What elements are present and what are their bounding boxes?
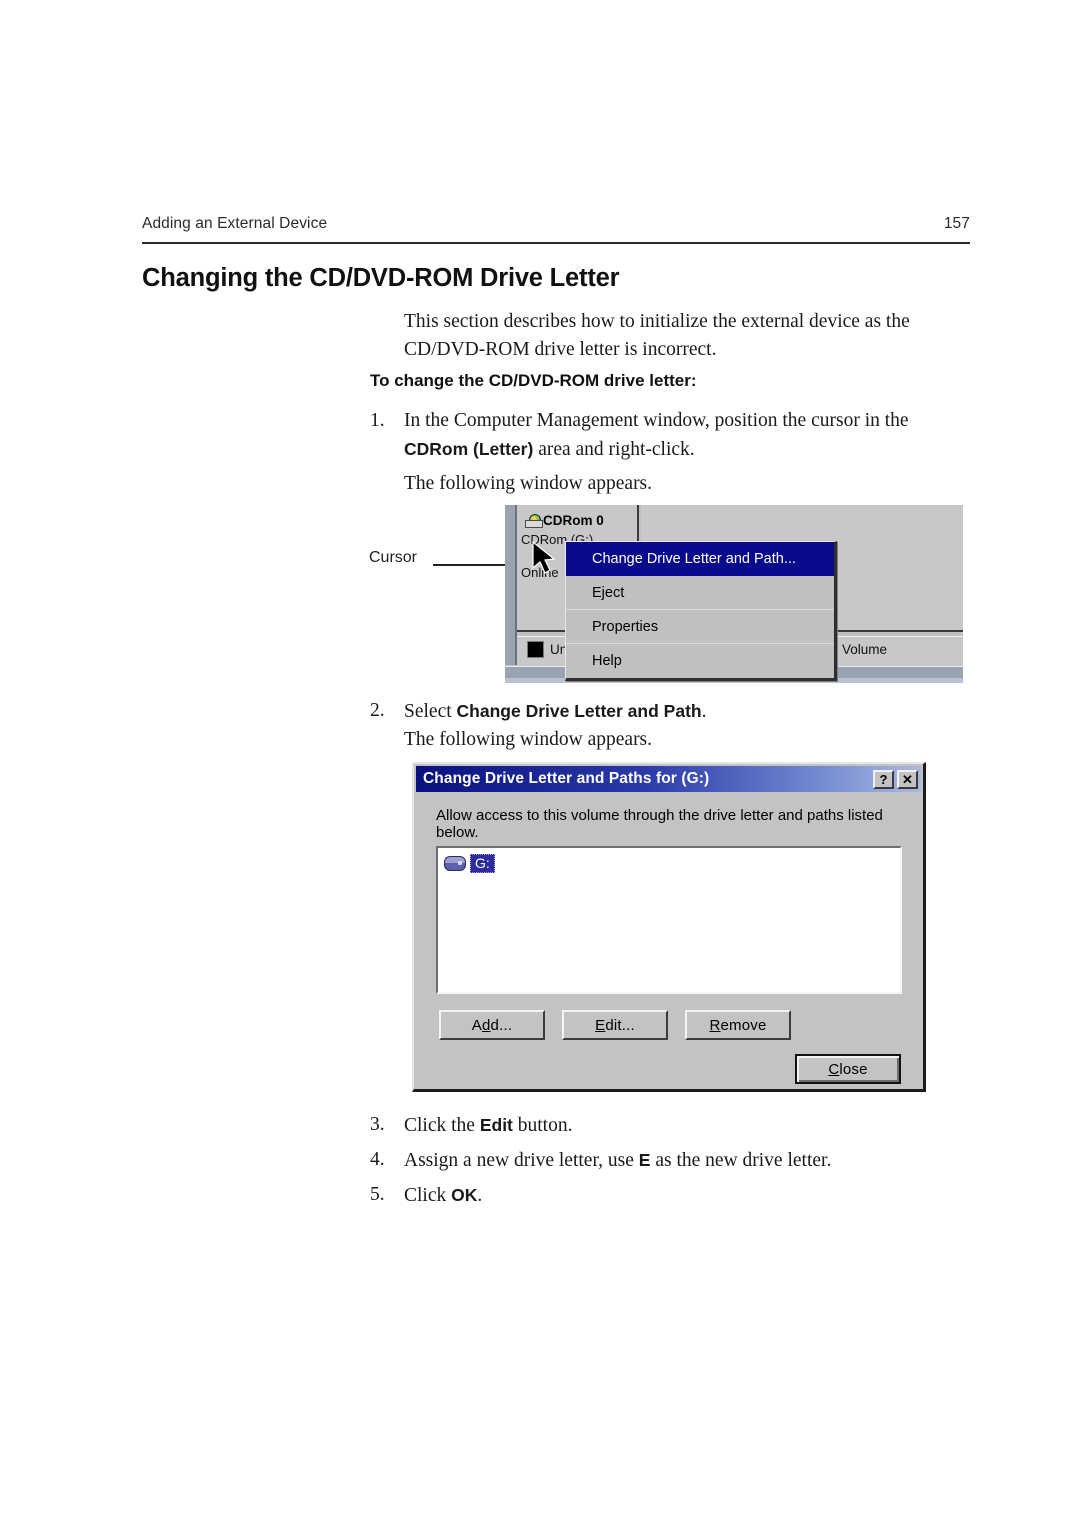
context-menu[interactable]: Change Drive Letter and Path... Eject Pr… <box>565 541 837 681</box>
step-number: 2. <box>370 700 385 721</box>
add-button-accel: d <box>482 1016 491 1034</box>
step-text-bold: OK <box>451 1185 478 1205</box>
close-icon[interactable]: ✕ <box>897 769 918 789</box>
legend-volume-label: Volume <box>842 642 888 657</box>
step-text-bold: CDRom (Letter) <box>404 439 534 459</box>
step-number: 1. <box>370 410 385 431</box>
step-item: 5. Click OK. <box>370 1181 970 1210</box>
dialog-title-buttons: ? ✕ <box>873 769 918 789</box>
steps-group-one: 1. In the Computer Management window, po… <box>370 407 970 498</box>
step-item: 2. Select Change Drive Letter and Path. <box>370 697 970 726</box>
steps-group-three: 3. Click the Edit button. 4. Assign a ne… <box>370 1111 970 1216</box>
step-text-before: Click the <box>404 1115 480 1136</box>
edit-button[interactable]: Edit... <box>562 1010 668 1040</box>
step-text-after: . <box>477 1185 483 1206</box>
add-button-post: d... <box>490 1016 513 1034</box>
close-button-post: lose <box>839 1060 868 1078</box>
remove-button-post: emove <box>720 1016 767 1034</box>
edit-button-accel: E <box>595 1016 606 1034</box>
step-text-after: area and right-click. <box>533 439 695 460</box>
running-title: Adding an External Device <box>142 215 328 232</box>
help-icon[interactable]: ? <box>873 769 894 789</box>
context-menu-item-eject[interactable]: Eject <box>566 576 834 610</box>
context-menu-item-help[interactable]: Help <box>566 644 834 678</box>
step-text-before: In the Computer Management window, posit… <box>404 410 909 431</box>
step-text: Assign a new drive letter, use E as the … <box>404 1146 970 1175</box>
step-number: 3. <box>370 1114 385 1135</box>
legend-unallocated: Un <box>527 641 567 658</box>
step-text-after: . <box>701 701 707 722</box>
close-button-accel: C <box>828 1060 840 1078</box>
remove-button[interactable]: Remove <box>685 1010 791 1040</box>
step-text-before: Click <box>404 1185 452 1206</box>
page-running-header: Adding an External Device 157 <box>142 215 970 233</box>
step-item: 1. In the Computer Management window, po… <box>370 407 970 464</box>
step-text-before: Assign a new drive letter, use <box>404 1150 639 1171</box>
page-title: Changing the CD/DVD-ROM Drive Letter <box>142 264 620 292</box>
intro-paragraph: This section describes how to initialize… <box>404 311 910 360</box>
step-text-after: as the new drive letter. <box>650 1150 832 1171</box>
step-text: Click OK. <box>404 1181 970 1210</box>
figure-computer-management: CDRom 0 CDRom (G:) Online Un Volume Chan… <box>505 505 963 683</box>
step-number: 5. <box>370 1184 385 1205</box>
list-item-label[interactable]: G: <box>469 852 496 875</box>
step-item: 4. Assign a new drive letter, use E as t… <box>370 1146 970 1175</box>
dialog-action-buttons: Ad d... Edit... Remove <box>439 1010 791 1040</box>
step-note: The following window appears. <box>404 729 653 750</box>
cdrom-drive-icon <box>525 513 543 528</box>
disk-title-label: CDRom 0 <box>543 513 604 528</box>
step-text: In the Computer Management window, posit… <box>404 407 970 464</box>
cursor-callout-label: Cursor <box>369 549 418 566</box>
disk-status: Online <box>521 565 559 580</box>
procedure-subheading: To change the CD/DVD-ROM drive letter: <box>370 371 697 390</box>
steps-group-two: 2. Select Change Drive Letter and Path. … <box>370 697 970 754</box>
step-text-after: button. <box>512 1115 573 1136</box>
drive-letter-list[interactable]: G: <box>436 846 902 994</box>
step-text-bold: Change Drive Letter and Path <box>456 701 702 721</box>
window-left-rail <box>505 505 517 665</box>
add-button[interactable]: Ad d... <box>439 1010 545 1040</box>
drive-icon <box>444 856 466 872</box>
step-text: Select Change Drive Letter and Path. <box>404 697 970 726</box>
unallocated-swatch-icon <box>527 641 544 658</box>
context-menu-item-change-drive-letter[interactable]: Change Drive Letter and Path... <box>566 542 834 576</box>
list-item[interactable]: G: <box>438 848 900 875</box>
header-divider <box>142 242 970 244</box>
step-note: The following window appears. <box>404 473 653 494</box>
add-button-pre: A <box>471 1016 482 1034</box>
dialog-close-button-wrap: Close <box>795 1054 901 1084</box>
step-text-bold: Edit <box>479 1115 513 1135</box>
step-text: Click the Edit button. <box>404 1111 970 1140</box>
step-text-before: Select <box>404 701 457 722</box>
step-number: 4. <box>370 1149 385 1170</box>
step-item: 3. Click the Edit button. <box>370 1111 970 1140</box>
page-number: 157 <box>943 215 970 232</box>
dialog-description: Allow access to this volume through the … <box>436 807 883 841</box>
step-text-bold: E <box>638 1150 651 1170</box>
context-menu-item-properties[interactable]: Properties <box>566 610 834 644</box>
figure-change-drive-letter-dialog: Change Drive Letter and Paths for (G:) ?… <box>412 762 926 1092</box>
edit-button-post: dit... <box>605 1016 635 1034</box>
disk-title: CDRom 0 <box>525 513 604 528</box>
remove-button-accel: R <box>709 1016 721 1034</box>
dialog-title-bar: Change Drive Letter and Paths for (G:) ?… <box>416 766 921 792</box>
close-button[interactable]: Close <box>795 1054 901 1084</box>
dialog-title: Change Drive Letter and Paths for (G:) <box>423 770 710 787</box>
